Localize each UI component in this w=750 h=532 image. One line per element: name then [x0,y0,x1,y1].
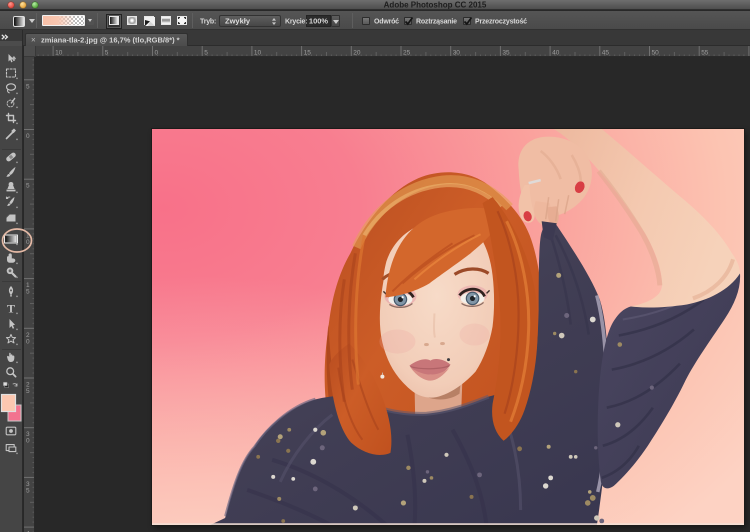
svg-text:Roztrząsanie: Roztrząsanie [416,19,457,26]
svg-text:zmiana-tla-2.jpg @ 16,7% (tlo,: zmiana-tla-2.jpg @ 16,7% (tlo,RGB/8*) * [41,36,180,45]
svg-text:45: 45 [602,50,610,57]
svg-text:50: 50 [652,50,660,57]
svg-text:25: 25 [403,50,411,57]
svg-text:55: 55 [701,50,709,57]
svg-text:10: 10 [55,50,63,57]
svg-text:Przezroczystość: Przezroczystość [475,19,527,26]
svg-text:10: 10 [254,50,262,57]
svg-text:20: 20 [353,50,361,57]
svg-text:Tryb:: Tryb: [200,19,216,26]
svg-text:Odwróć: Odwróć [374,19,399,26]
svg-text:Krycie:: Krycie: [285,19,307,26]
svg-text:5: 5 [204,50,208,57]
svg-text:Zwykły: Zwykły [225,17,251,26]
svg-text:T: T [7,302,15,316]
svg-text:15: 15 [304,50,312,57]
svg-text:Adobe Photoshop CC 2015: Adobe Photoshop CC 2015 [384,1,487,10]
svg-text:0: 0 [155,50,159,57]
svg-text:35: 35 [502,50,510,57]
svg-text:30: 30 [453,50,461,57]
svg-text:100%: 100% [309,17,329,26]
svg-text:5: 5 [105,50,109,57]
svg-text:×: × [31,36,36,45]
svg-text:40: 40 [552,50,560,57]
